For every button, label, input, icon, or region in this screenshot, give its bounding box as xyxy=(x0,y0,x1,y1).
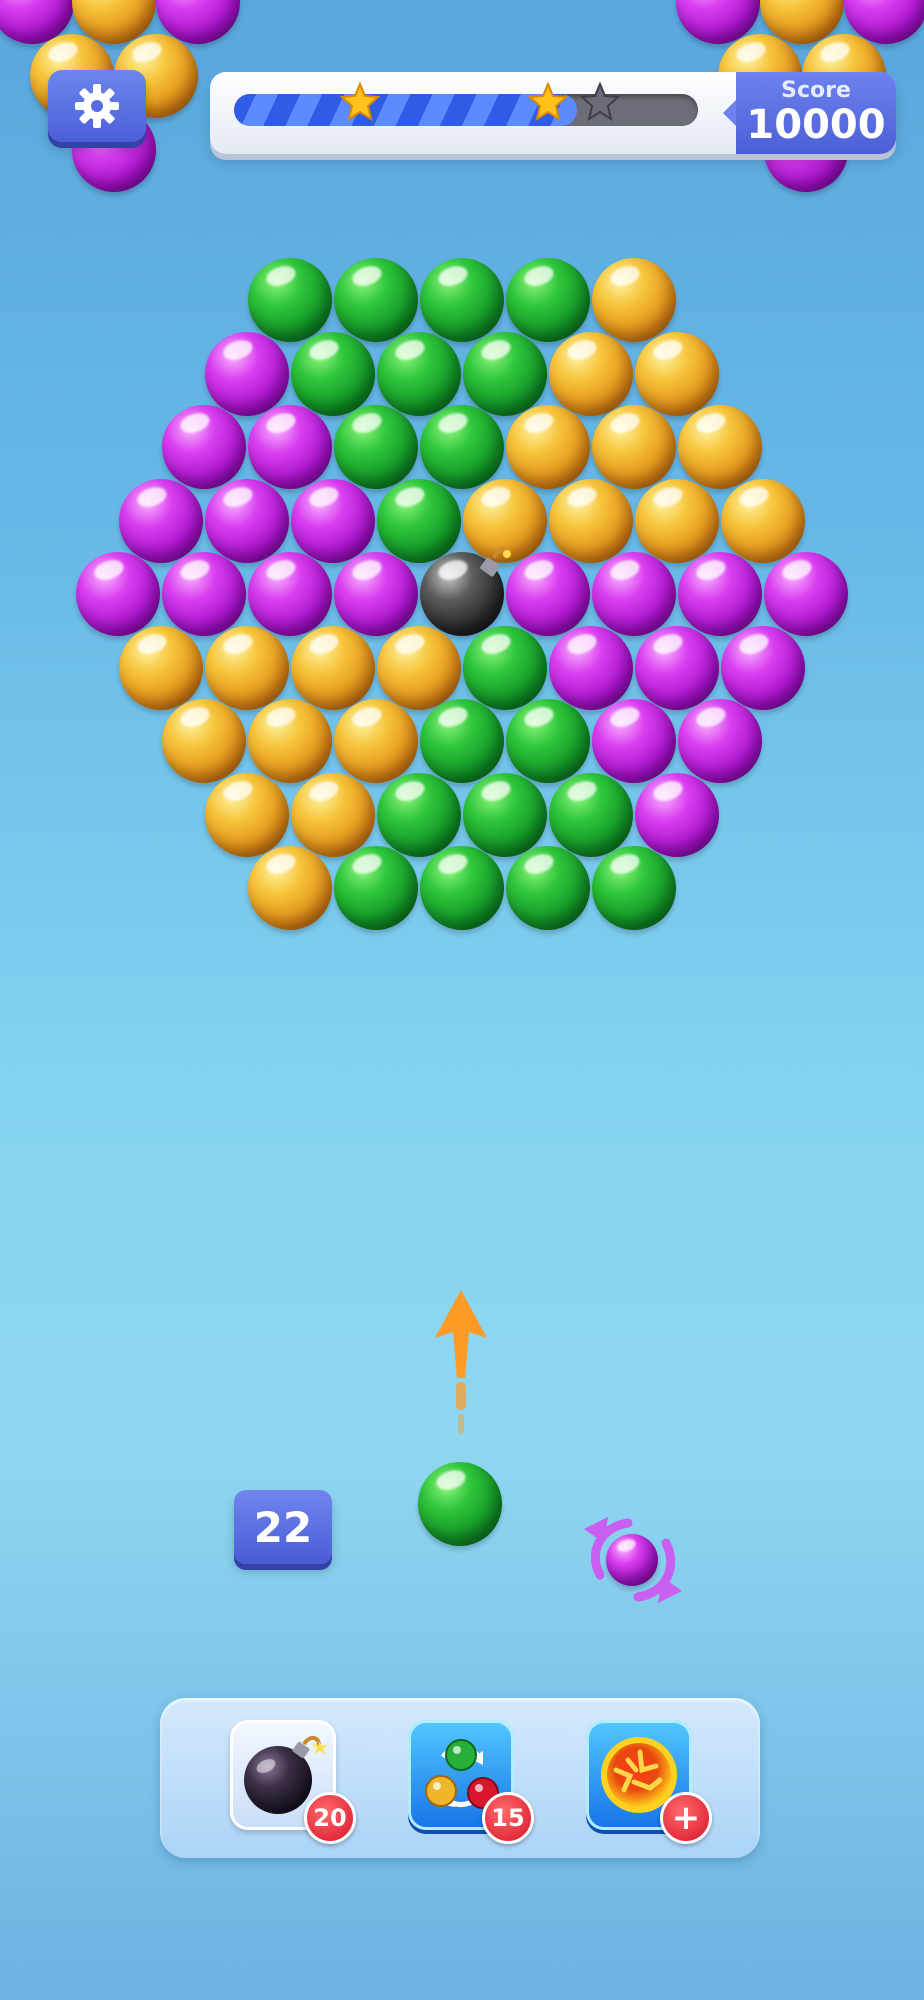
purple-bubble xyxy=(334,552,418,636)
score-progress-fill xyxy=(234,94,578,126)
booster-count-badge: 15 xyxy=(482,1792,534,1844)
green-bubble xyxy=(420,258,504,342)
green-bubble xyxy=(506,699,590,783)
purple-bubble xyxy=(721,625,805,710)
purple-bubble xyxy=(506,552,590,636)
green-bubble xyxy=(377,331,461,416)
color-swap-booster-button[interactable]: 15 xyxy=(408,1720,534,1844)
gear-icon xyxy=(75,84,119,128)
purple-bubble xyxy=(592,699,676,783)
booster-count-badge: 20 xyxy=(304,1792,356,1844)
score-value: 10000 xyxy=(746,102,886,148)
gold-bubble xyxy=(248,699,332,783)
gold-bubble xyxy=(635,478,719,563)
gold-bubble xyxy=(334,699,418,783)
current-bubble[interactable] xyxy=(418,1462,502,1546)
green-bubble xyxy=(463,331,547,416)
swap-bubble-button[interactable] xyxy=(578,1515,688,1605)
gold-bubble xyxy=(592,405,676,489)
score-box: Score 10000 xyxy=(723,72,896,154)
aim-arrow-icon xyxy=(435,1290,487,1434)
green-bubble xyxy=(377,772,461,857)
purple-bubble xyxy=(678,699,762,783)
purple-bubble xyxy=(764,552,848,636)
gold-bubble xyxy=(592,258,676,342)
next-bubble xyxy=(606,1534,658,1586)
gold-bubble xyxy=(119,625,203,710)
star-icon xyxy=(528,82,568,122)
green-bubble xyxy=(592,846,676,930)
green-bubble xyxy=(506,846,590,930)
green-bubble xyxy=(420,405,504,489)
purple-bubble xyxy=(549,625,633,710)
green-bubble xyxy=(291,331,375,416)
level-progress-panel: Score 10000 xyxy=(210,72,896,154)
green-bubble xyxy=(463,625,547,710)
green-bubble xyxy=(334,405,418,489)
purple-bubble xyxy=(205,331,289,416)
gold-bubble xyxy=(635,331,719,416)
purple-bubble xyxy=(76,552,160,636)
purple-bubble xyxy=(162,552,246,636)
gold-bubble xyxy=(291,772,375,857)
purple-bubble xyxy=(119,478,203,563)
green-bubble xyxy=(506,258,590,342)
gold-bubble xyxy=(291,625,375,710)
green-bubble xyxy=(549,772,633,857)
purple-bubble xyxy=(635,625,719,710)
green-bubble xyxy=(248,258,332,342)
purple-bubble xyxy=(162,405,246,489)
star-icon xyxy=(340,82,380,122)
gold-bubble xyxy=(678,405,762,489)
purple-bubble xyxy=(635,772,719,857)
gold-bubble xyxy=(549,478,633,563)
purple-bubble xyxy=(248,552,332,636)
purple-bubble xyxy=(678,552,762,636)
gold-bubble xyxy=(549,331,633,416)
purple-bubble xyxy=(205,478,289,563)
gold-bubble xyxy=(205,772,289,857)
green-bubble xyxy=(463,772,547,857)
purple-bubble xyxy=(592,552,676,636)
gold-bubble xyxy=(248,846,332,930)
star-empty-icon xyxy=(580,82,620,122)
add-booster-badge[interactable]: + xyxy=(660,1792,712,1844)
booster-tray: 20 15 + xyxy=(160,1698,760,1858)
fireball-booster-button[interactable]: + xyxy=(586,1720,712,1844)
settings-button[interactable] xyxy=(48,70,146,142)
purple-bubble xyxy=(248,405,332,489)
gold-bubble xyxy=(377,625,461,710)
green-bubble xyxy=(377,478,461,563)
gold-bubble xyxy=(205,625,289,710)
purple-bubble xyxy=(291,478,375,563)
bomb-booster-button[interactable]: 20 xyxy=(230,1720,356,1844)
moves-left-counter: 22 xyxy=(234,1490,332,1564)
gold-bubble xyxy=(506,405,590,489)
green-bubble xyxy=(420,846,504,930)
green-bubble xyxy=(334,846,418,930)
score-progress-bar xyxy=(234,94,698,126)
green-bubble xyxy=(334,258,418,342)
gold-bubble xyxy=(162,699,246,783)
gold-bubble xyxy=(721,478,805,563)
green-bubble xyxy=(420,699,504,783)
score-label: Score xyxy=(781,78,851,103)
